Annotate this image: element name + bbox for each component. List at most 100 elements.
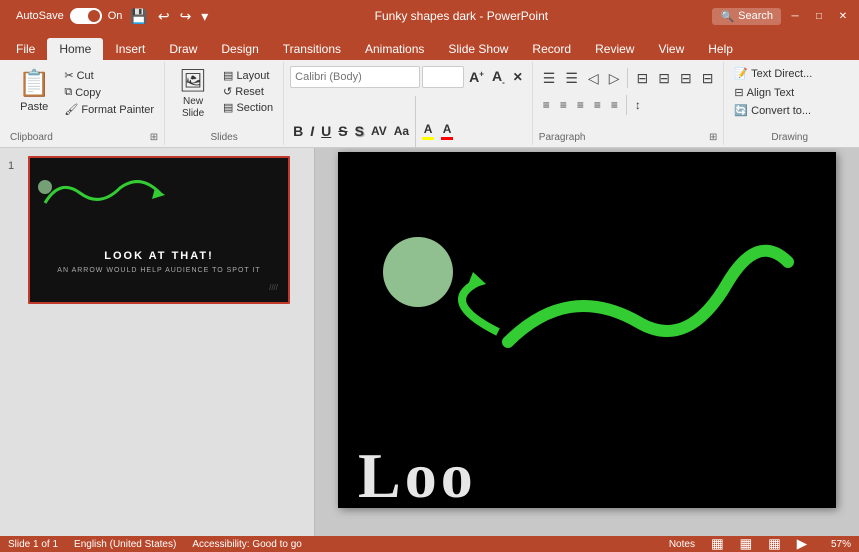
canvas-big-text: Loo (338, 444, 836, 508)
align-right-btn[interactable]: ≡ (573, 96, 588, 114)
tab-animations[interactable]: Animations (353, 38, 436, 60)
view-slideshow-btn[interactable]: ▶ (797, 536, 807, 552)
drawing-row2: 🔄 Convert to... (730, 103, 849, 118)
customize-quick-access-btn[interactable]: ▾ (199, 6, 210, 27)
paste-icon: 📋 (18, 68, 50, 99)
redo-btn[interactable]: ↪ (178, 6, 194, 27)
tab-home[interactable]: Home (47, 38, 103, 60)
underline-btn[interactable]: U (318, 121, 334, 141)
cut-icon: ✂ (64, 69, 73, 82)
clipboard-row: 📋 Paste ✂ Cut ⧉ Copy 🖌 Format Painter (10, 64, 158, 130)
align-text-drawing-label: Align Text (747, 87, 795, 99)
copy-button[interactable]: ⧉ Copy (60, 85, 158, 100)
tab-design[interactable]: Design (209, 38, 270, 60)
autosave-toggle[interactable] (70, 8, 102, 24)
accessibility-status: Accessibility: Good to go (192, 539, 302, 550)
layout-button[interactable]: ▤ Layout (219, 68, 277, 83)
new-slide-button[interactable]: 🖼 NewSlide (171, 64, 215, 124)
slides-group: 🖼 NewSlide ▤ Layout ↺ Reset ▤ Section Sl… (165, 62, 284, 145)
clipboard-expand-icon[interactable]: ⊞ (150, 132, 158, 143)
font-size-input[interactable]: 18 (422, 66, 464, 88)
italic-btn[interactable]: I (307, 121, 317, 141)
autosave-label: AutoSave (16, 10, 64, 22)
view-reading-btn[interactable]: ▦ (768, 536, 781, 552)
font-size-increase-btn[interactable]: A+ (466, 67, 487, 87)
text-direction-btn[interactable]: ⊟ (654, 68, 674, 89)
indent-inc-btn[interactable]: ▷ (605, 68, 624, 89)
cut-label: Cut (77, 70, 94, 82)
reset-button[interactable]: ↺ Reset (219, 84, 277, 99)
text-direct-label: Text Direct... (751, 68, 812, 80)
bold-btn[interactable]: B (290, 121, 306, 141)
paste-button[interactable]: 📋 Paste (10, 64, 58, 130)
notes-btn[interactable]: Notes (669, 539, 695, 550)
convert-btn[interactable]: 🔄 Convert to... (730, 103, 815, 118)
indent-dec-btn[interactable]: ◁ (584, 68, 603, 89)
tab-file[interactable]: File (4, 38, 47, 60)
close-btn[interactable]: ✕ (835, 8, 851, 24)
line-spacing-btn[interactable]: ↕ (631, 96, 645, 114)
slides-label: Slides (171, 130, 277, 143)
text-direct-icon: 📝 (734, 67, 748, 80)
font-size-decrease-btn[interactable]: A- (489, 66, 508, 89)
paragraph-group: ☰ ☰ ◁ ▷ ⊟ ⊟ ⊟ ⊟ ≡ ≡ ≡ ≡ ≡ ↕ Paragraph (533, 62, 725, 145)
char-case-btn[interactable]: Aa (391, 122, 412, 140)
drawing-group: 📝 Text Direct... ⊟ Align Text 🔄 Convert … (724, 62, 855, 145)
paragraph-expand-icon[interactable]: ⊞ (709, 132, 717, 143)
clear-formatting-btn[interactable]: ✕ (510, 68, 526, 86)
bullets-btn[interactable]: ☰ (539, 68, 560, 89)
app-title: Funky shapes dark - PowerPoint (210, 9, 712, 23)
section-icon: ▤ (223, 101, 233, 114)
tab-record[interactable]: Record (520, 38, 583, 60)
convert-icon: 🔄 (734, 104, 748, 117)
search-input-label[interactable]: Search (738, 10, 773, 22)
tab-draw[interactable]: Draw (157, 38, 209, 60)
main-area: 1 LOOK AT THAT! AN ARROW WOULD HELP AUDI… (0, 148, 859, 536)
distribute-btn[interactable]: ≡ (607, 96, 622, 114)
align-text-drawing-btn[interactable]: ⊟ Align Text (730, 85, 798, 100)
align-left-btn[interactable]: ≡ (539, 96, 554, 114)
slide-thumb-content: LOOK AT THAT! AN ARROW WOULD HELP AUDIEN… (30, 158, 288, 302)
numbering-btn[interactable]: ☰ (561, 68, 582, 89)
slide-small-circle (38, 180, 52, 194)
format-painter-label: Format Painter (81, 104, 154, 116)
smart-art-btn[interactable]: ⊟ (698, 68, 718, 89)
shadow-btn[interactable]: S (352, 121, 367, 141)
clipboard-small-btns: ✂ Cut ⧉ Copy 🖌 Format Painter (60, 68, 158, 130)
clipboard-label: Clipboard ⊞ (10, 130, 158, 143)
highlight-color-btn[interactable]: A (419, 120, 437, 142)
undo-btn[interactable]: ↩ (156, 6, 172, 27)
justify-btn[interactable]: ≡ (590, 96, 605, 114)
maximize-btn[interactable]: □ (811, 8, 827, 24)
cut-button[interactable]: ✂ Cut (60, 68, 158, 83)
view-slide-sorter-btn[interactable]: ▦ (740, 536, 753, 552)
tab-help[interactable]: Help (696, 38, 745, 60)
slide-canvas[interactable]: Loo (338, 152, 836, 508)
slides-small-btns: ▤ Layout ↺ Reset ▤ Section (219, 68, 277, 115)
char-spacing-btn[interactable]: AV (368, 122, 390, 140)
align-center-btn[interactable]: ≡ (556, 96, 571, 114)
slide-thumbnail[interactable]: LOOK AT THAT! AN ARROW WOULD HELP AUDIEN… (28, 156, 290, 304)
tab-view[interactable]: View (646, 38, 696, 60)
format-painter-button[interactable]: 🖌 Format Painter (60, 102, 158, 117)
tab-transitions[interactable]: Transitions (271, 38, 353, 60)
columns-btn[interactable]: ⊟ (632, 68, 652, 89)
font-name-input[interactable] (290, 66, 420, 88)
search-icon: 🔍 (720, 10, 734, 23)
text-direct-btn[interactable]: 📝 Text Direct... (730, 66, 816, 81)
minimize-btn[interactable]: ─ (787, 8, 803, 24)
paste-label: Paste (20, 101, 48, 113)
align-text-btn[interactable]: ⊟ (676, 68, 696, 89)
font-color-btn[interactable]: A (438, 120, 456, 142)
strikethrough-btn[interactable]: S (335, 121, 350, 141)
section-button[interactable]: ▤ Section (219, 100, 277, 115)
tab-insert[interactable]: Insert (103, 38, 157, 60)
canvas-squiggle-svg (418, 202, 798, 422)
save-quick-btn[interactable]: 💾 (128, 6, 149, 27)
para-row1: ☰ ☰ ◁ ▷ ⊟ ⊟ ⊟ ⊟ (539, 66, 718, 90)
view-normal-btn[interactable]: ▦ (711, 536, 724, 552)
slide-title: LOOK AT THAT! (30, 250, 288, 262)
tab-slideshow[interactable]: Slide Show (436, 38, 520, 60)
tab-review[interactable]: Review (583, 38, 646, 60)
reset-label: Reset (235, 86, 264, 98)
